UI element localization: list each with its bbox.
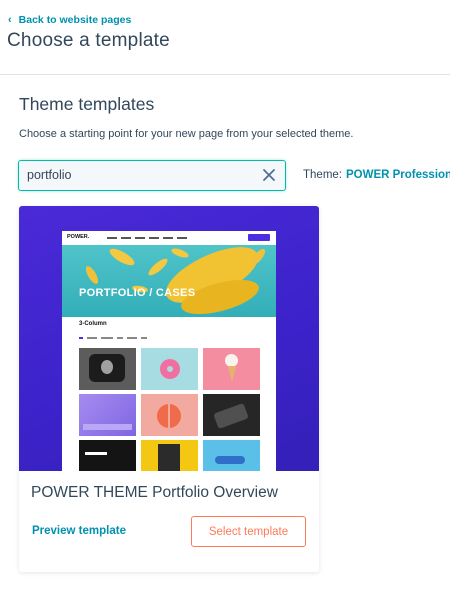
thumbnail-tile xyxy=(203,348,260,390)
thumbnail-nav: POWER. xyxy=(62,231,276,245)
chevron-left-icon: ‹ xyxy=(8,13,12,26)
thumbnail-hero-title: PORTFOLIO / CASES xyxy=(79,287,196,299)
section-title: Theme templates xyxy=(19,94,155,114)
thumbnail-cta xyxy=(248,234,270,241)
search-input[interactable] xyxy=(27,161,252,189)
back-link[interactable]: ‹ Back to website pages xyxy=(8,14,131,26)
theme-selector[interactable]: POWER Professional xyxy=(346,169,450,181)
search-box xyxy=(18,160,286,191)
thumbnail-hero: PORTFOLIO / CASES xyxy=(62,245,276,317)
thumbnail-tile xyxy=(203,440,260,471)
theme-label: Theme: xyxy=(303,169,342,181)
thumbnail-tile xyxy=(141,440,198,471)
template-thumbnail[interactable]: POWER. PORTFOLIO / CASES 3-Column xyxy=(19,206,319,471)
thumbnail-tile xyxy=(79,348,136,390)
thumbnail-tile xyxy=(141,348,198,390)
thumbnail-tile xyxy=(141,394,198,436)
section-description: Choose a starting point for your new pag… xyxy=(19,128,354,140)
thumbnail-filters xyxy=(79,337,147,339)
thumbnail-tile xyxy=(79,440,136,471)
thumbnail-tile xyxy=(203,394,260,436)
preview-template-link[interactable]: Preview template xyxy=(32,525,126,537)
select-template-button[interactable]: Select template xyxy=(191,516,306,547)
page-title: Choose a template xyxy=(7,30,170,51)
thumbnail-logo: POWER. xyxy=(67,234,90,240)
thumbnail-tile xyxy=(79,394,136,436)
back-link-label: Back to website pages xyxy=(18,14,132,26)
thumbnail-subtitle: 3-Column xyxy=(79,321,107,327)
close-icon[interactable] xyxy=(261,167,277,183)
template-title: POWER THEME Portfolio Overview xyxy=(31,484,278,501)
template-card: POWER. PORTFOLIO / CASES 3-Column POWER … xyxy=(19,206,319,572)
thumbnail-nav-links xyxy=(107,236,187,239)
page-header: ‹ Back to website pages Choose a templat… xyxy=(0,0,450,75)
thumbnail-page-mockup: POWER. PORTFOLIO / CASES 3-Column xyxy=(62,231,276,471)
